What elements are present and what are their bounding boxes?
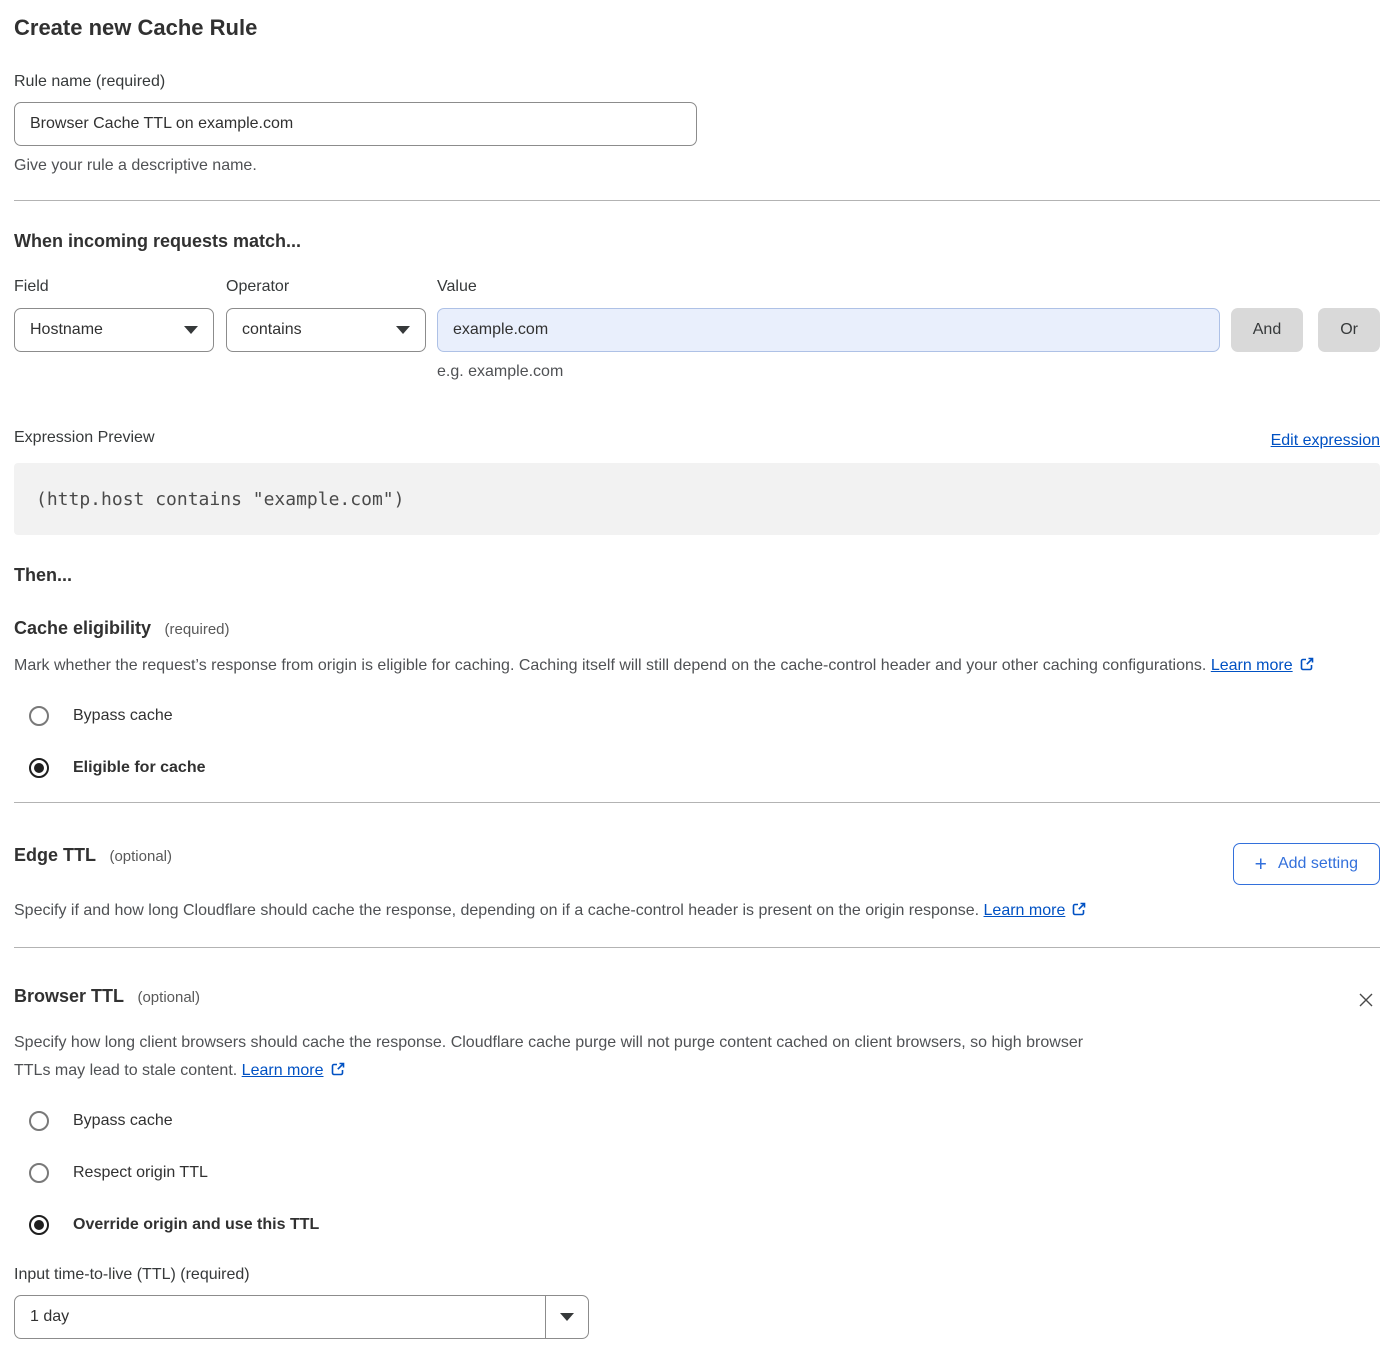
- value-help: e.g. example.com: [437, 360, 1220, 384]
- external-link-icon: [1071, 901, 1087, 917]
- radio-label: Eligible for cache: [73, 756, 205, 780]
- browser-ttl-radio-group: Bypass cache Respect origin TTL Override…: [14, 1109, 1380, 1237]
- chevron-down-icon: [396, 326, 410, 334]
- operator-column: Operator contains: [226, 275, 426, 352]
- browser-ttl-description-text: Specify how long client browsers should …: [14, 1034, 1083, 1079]
- then-heading: Then...: [14, 563, 1380, 587]
- radio-label: Bypass cache: [73, 1109, 173, 1133]
- rule-name-help: Give your rule a descriptive name.: [14, 154, 1380, 178]
- edge-ttl-description-text: Specify if and how long Cloudflare shoul…: [14, 902, 979, 919]
- radio-bypass-cache[interactable]: Bypass cache: [29, 1109, 1380, 1133]
- operator-select-value: contains: [242, 321, 302, 339]
- learn-more-link[interactable]: Learn more: [1211, 657, 1293, 674]
- expression-header: Expression Preview Edit expression: [14, 426, 1380, 450]
- edit-expression-link[interactable]: Edit expression: [1271, 432, 1380, 450]
- cache-eligibility-section: Cache eligibility (required) Mark whethe…: [14, 616, 1380, 780]
- radio-icon: [29, 1163, 49, 1183]
- close-icon: [1356, 990, 1376, 1010]
- expression-code: (http.host contains "example.com"): [36, 489, 404, 510]
- section-divider: [14, 947, 1380, 948]
- browser-ttl-qualifier: (optional): [137, 989, 200, 1006]
- value-input[interactable]: [437, 308, 1220, 352]
- cache-eligibility-title: Cache eligibility: [14, 618, 151, 638]
- cache-eligibility-radio-group: Bypass cache Eligible for cache: [14, 704, 1380, 780]
- operator-select[interactable]: contains: [226, 308, 426, 352]
- create-cache-rule-form: Create new Cache Rule Rule name (require…: [0, 0, 1400, 1357]
- external-link-icon: [1299, 656, 1315, 672]
- radio-icon: [29, 706, 49, 726]
- field-column: Field Hostname: [14, 275, 214, 352]
- browser-ttl-section: Browser TTL (optional) Specify how long …: [14, 984, 1380, 1339]
- browser-ttl-description: Specify how long client browsers should …: [14, 1029, 1119, 1085]
- radio-icon-selected: [29, 1215, 49, 1235]
- section-divider: [14, 200, 1380, 201]
- learn-more-link[interactable]: Learn more: [984, 902, 1066, 919]
- page-title: Create new Cache Rule: [14, 15, 1380, 41]
- value-label: Value: [437, 275, 1220, 299]
- match-heading: When incoming requests match...: [14, 229, 1380, 253]
- remove-browser-ttl-button[interactable]: [1352, 986, 1380, 1017]
- radio-label: Override origin and use this TTL: [73, 1213, 319, 1237]
- edge-ttl-description: Specify if and how long Cloudflare shoul…: [14, 897, 1134, 925]
- cache-eligibility-title-row: Cache eligibility (required): [14, 616, 1380, 640]
- section-divider: [14, 802, 1380, 803]
- cache-eligibility-description: Mark whether the request’s response from…: [14, 652, 1380, 680]
- radio-bypass-cache[interactable]: Bypass cache: [29, 704, 1380, 728]
- radio-override-origin-ttl[interactable]: Override origin and use this TTL: [29, 1213, 1380, 1237]
- edge-ttl-section: Edge TTL (optional) + Add setting Specif…: [14, 843, 1380, 925]
- rule-name-input[interactable]: [14, 102, 697, 146]
- browser-ttl-title-row: Browser TTL (optional): [14, 984, 200, 1008]
- rule-name-label: Rule name (required): [14, 70, 1380, 94]
- radio-icon-selected: [29, 758, 49, 778]
- rule-name-group: Rule name (required) Give your rule a de…: [14, 70, 1380, 178]
- operator-label: Operator: [226, 275, 426, 299]
- learn-more-link[interactable]: Learn more: [242, 1062, 324, 1079]
- ttl-input-group: Input time-to-live (TTL) (required) 1 da…: [14, 1263, 1380, 1339]
- external-link-icon: [330, 1061, 346, 1077]
- cache-eligibility-qualifier: (required): [165, 621, 230, 638]
- browser-ttl-title: Browser TTL: [14, 986, 124, 1006]
- edge-ttl-qualifier: (optional): [109, 848, 172, 865]
- radio-icon: [29, 1111, 49, 1131]
- chevron-down-icon: [560, 1313, 574, 1321]
- browser-ttl-header: Browser TTL (optional): [14, 984, 1380, 1017]
- ttl-select[interactable]: 1 day: [14, 1295, 589, 1339]
- radio-label: Bypass cache: [73, 704, 173, 728]
- ttl-select-value: 1 day: [15, 1296, 545, 1338]
- and-button[interactable]: And: [1231, 308, 1303, 352]
- field-select[interactable]: Hostname: [14, 308, 214, 352]
- value-column: Value e.g. example.com: [437, 275, 1220, 384]
- radio-label: Respect origin TTL: [73, 1161, 208, 1185]
- cache-eligibility-description-text: Mark whether the request’s response from…: [14, 657, 1206, 674]
- edge-ttl-header: Edge TTL (optional) + Add setting: [14, 843, 1380, 885]
- radio-respect-origin-ttl[interactable]: Respect origin TTL: [29, 1161, 1380, 1185]
- radio-eligible-for-cache[interactable]: Eligible for cache: [29, 756, 1380, 780]
- plus-icon: +: [1255, 854, 1267, 875]
- expression-preview-box: (http.host contains "example.com"): [14, 463, 1380, 535]
- field-select-value: Hostname: [30, 321, 103, 339]
- field-label: Field: [14, 275, 214, 299]
- condition-row: Field Hostname Operator contains Value e…: [14, 275, 1380, 384]
- add-setting-label: Add setting: [1278, 855, 1358, 873]
- and-or-buttons: And Or: [1220, 275, 1380, 352]
- add-setting-button[interactable]: + Add setting: [1233, 843, 1380, 885]
- ttl-select-caret-segment[interactable]: [545, 1296, 588, 1338]
- chevron-down-icon: [184, 326, 198, 334]
- edge-ttl-title-row: Edge TTL (optional): [14, 843, 172, 867]
- or-button[interactable]: Or: [1318, 308, 1380, 352]
- edge-ttl-title: Edge TTL: [14, 845, 96, 865]
- expression-preview-label: Expression Preview: [14, 426, 155, 450]
- ttl-label: Input time-to-live (TTL) (required): [14, 1263, 1380, 1287]
